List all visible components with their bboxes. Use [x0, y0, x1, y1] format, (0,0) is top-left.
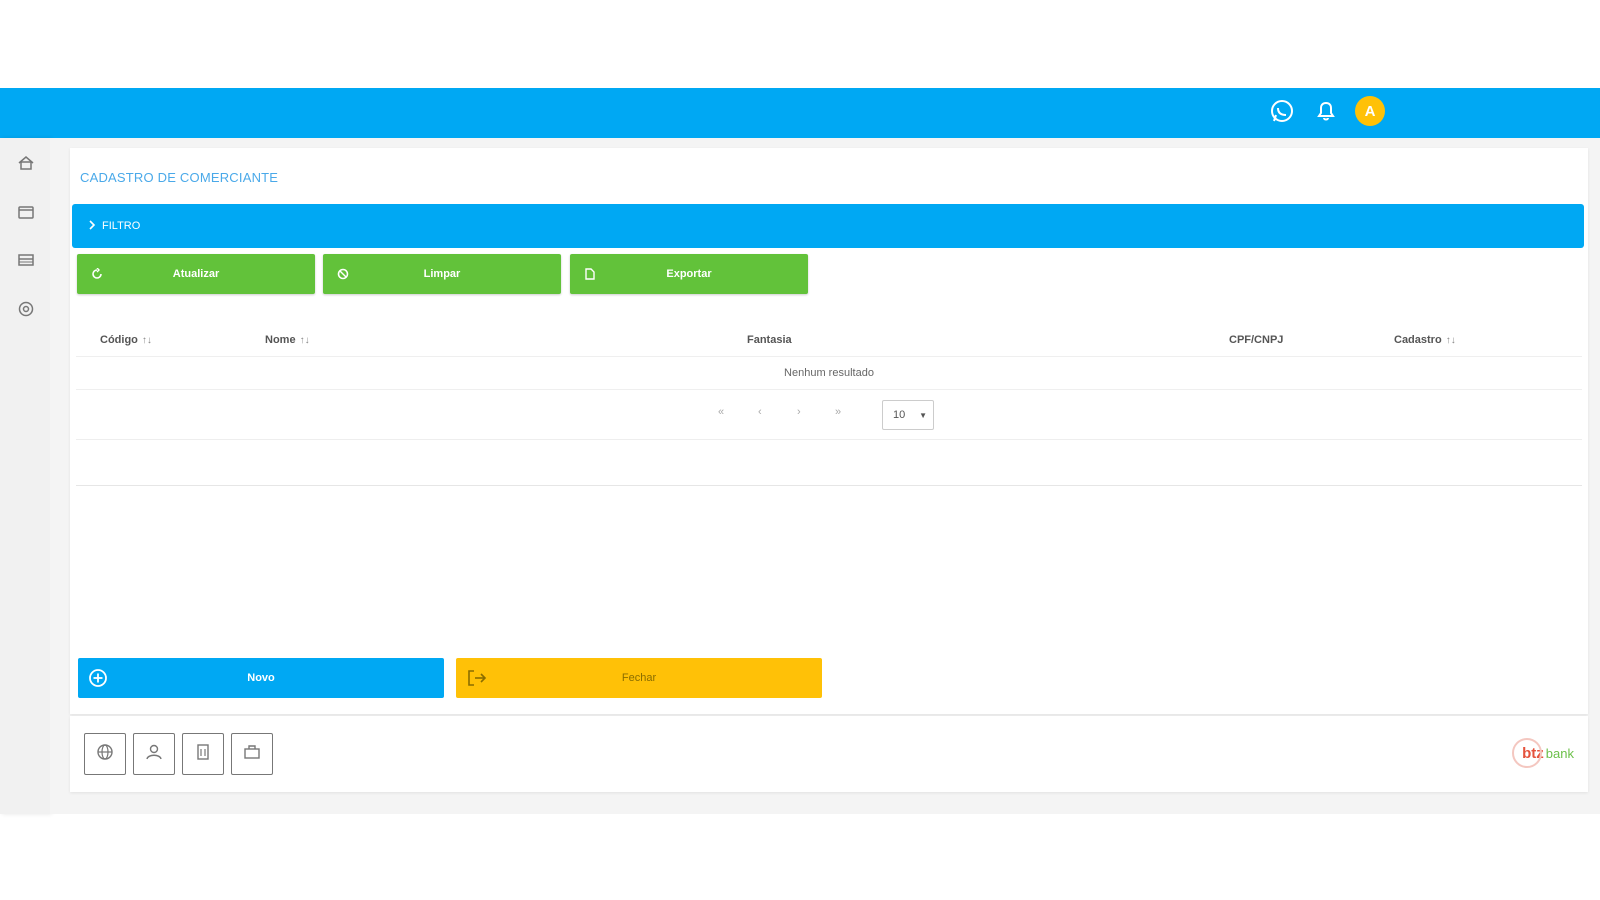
page-title: CADASTRO DE COMERCIANTE: [80, 170, 279, 185]
home-icon[interactable]: [15, 152, 37, 174]
document-icon: [193, 742, 213, 767]
caret-down-icon: ▼: [919, 411, 927, 420]
clear-icon: [335, 266, 351, 282]
close-button[interactable]: Fechar: [456, 658, 822, 698]
divider: [76, 485, 1582, 486]
column-header-cadastro[interactable]: Cadastro ↑↓: [1394, 334, 1456, 346]
table-empty-row: Nenhum resultado: [76, 356, 1582, 390]
column-header-nome[interactable]: Nome ↑↓: [265, 334, 310, 346]
brand-logo-mark: [1512, 738, 1543, 768]
brand-logo: btz bank: [1512, 738, 1574, 768]
refresh-label: Atualizar: [172, 268, 220, 280]
paginator: « ‹ › » 10 ▼: [76, 390, 1582, 440]
last-page-button[interactable]: »: [835, 406, 841, 418]
export-button[interactable]: Exportar: [570, 254, 808, 294]
bell-icon[interactable]: [1311, 96, 1341, 126]
export-label: Exportar: [666, 268, 712, 280]
top-bar: A: [0, 88, 1600, 138]
app-root: A CADASTRO DE COMERCIANTE FILTRO Atualiz…: [0, 0, 1600, 900]
card-icon[interactable]: [15, 249, 37, 271]
table-header: Código ↑↓ Nome ↑↓ Fantasia CPF/CNPJ Cada…: [76, 324, 1582, 356]
prev-page-button[interactable]: ‹: [758, 406, 762, 418]
clear-button[interactable]: Limpar: [323, 254, 561, 294]
footer: btz bank: [70, 716, 1588, 792]
filter-label: FILTRO: [102, 220, 141, 232]
page-size-value: 10: [893, 409, 906, 421]
column-header-cpf-cnpj: CPF/CNPJ: [1229, 334, 1284, 346]
document-icon: [582, 266, 598, 282]
main-card: CADASTRO DE COMERCIANTE FILTRO Atualizar…: [70, 148, 1588, 714]
new-label: Novo: [247, 672, 275, 684]
document-button[interactable]: [182, 733, 224, 775]
first-page-button[interactable]: «: [718, 406, 724, 418]
user-button[interactable]: [133, 733, 175, 775]
refresh-icon: [89, 266, 105, 282]
support-icon[interactable]: [15, 298, 37, 320]
brand-logo-suffix: bank: [1545, 745, 1574, 761]
column-header-fantasia: Fantasia: [747, 334, 792, 346]
empty-message: Nenhum resultado: [784, 367, 874, 379]
user-icon: [144, 742, 164, 767]
globe-button[interactable]: [84, 733, 126, 775]
column-header-codigo[interactable]: Código ↑↓: [100, 334, 152, 346]
page-size-select[interactable]: 10 ▼: [882, 400, 934, 430]
refresh-button[interactable]: Atualizar: [77, 254, 315, 294]
sort-icon: ↑↓: [141, 334, 152, 346]
sort-icon: ↑↓: [1445, 334, 1456, 346]
briefcase-icon: [242, 742, 262, 767]
wallet-icon[interactable]: [15, 201, 37, 223]
whatsapp-icon[interactable]: [1267, 96, 1297, 126]
clear-label: Limpar: [423, 268, 461, 280]
briefcase-button[interactable]: [231, 733, 273, 775]
close-label: Fechar: [621, 672, 657, 684]
plus-circle-icon: [88, 668, 108, 688]
next-page-button[interactable]: ›: [797, 406, 801, 418]
top-bar-icons: A: [1267, 96, 1385, 126]
exit-icon: [466, 668, 488, 688]
sort-icon: ↑↓: [299, 334, 310, 346]
new-button[interactable]: Novo: [78, 658, 444, 698]
globe-icon: [95, 742, 115, 767]
chevron-right-icon: [88, 219, 96, 233]
user-avatar[interactable]: A: [1355, 96, 1385, 126]
sidebar: [0, 138, 50, 814]
filter-toggle[interactable]: FILTRO: [72, 204, 1584, 248]
